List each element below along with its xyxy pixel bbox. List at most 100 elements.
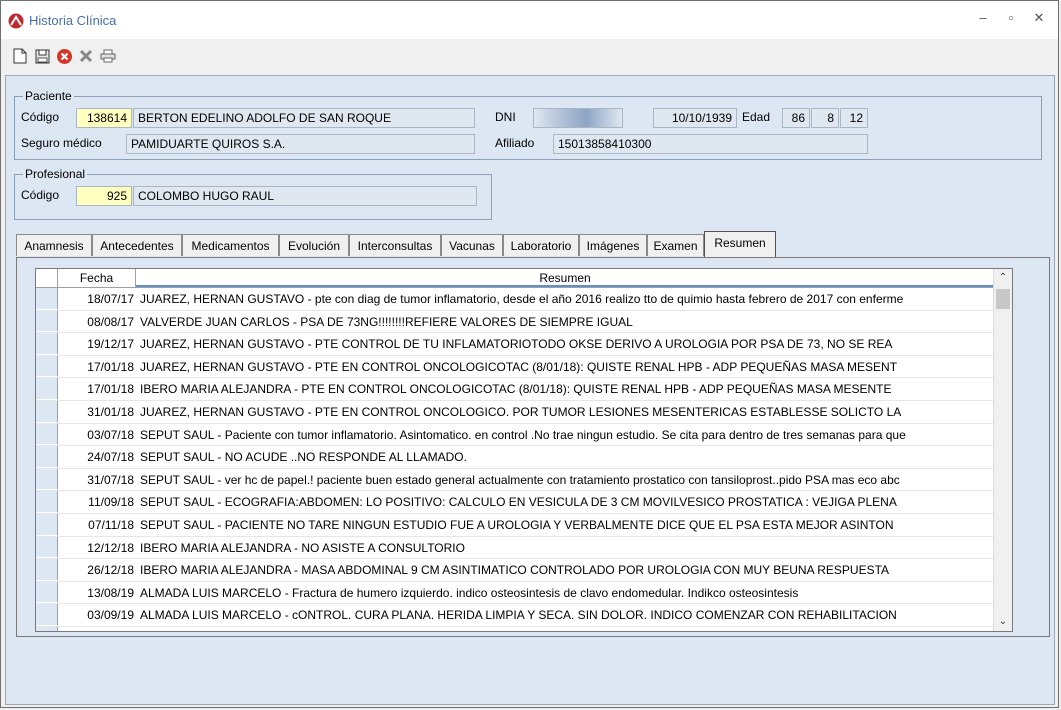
table-row[interactable]: 08/08/17 VALVERDE JUAN CARLOS - PSA DE 73… xyxy=(36,310,994,334)
title-bar: Historia Clínica – ▫ ✕ xyxy=(1,1,1058,39)
row-selector[interactable] xyxy=(36,288,58,310)
tab-anamnesis[interactable]: Anamnesis xyxy=(16,234,92,256)
seguro-label: Seguro médico xyxy=(21,136,102,150)
row-resumen: LAZARIS CLELIA - se cayo y fracturo. pat… xyxy=(140,627,992,632)
row-selector[interactable] xyxy=(36,626,58,631)
scroll-up-icon[interactable]: ⌃ xyxy=(994,269,1012,287)
profesional-legend: Profesional xyxy=(23,167,88,181)
scroll-down-icon[interactable]: ⌄ xyxy=(994,613,1012,631)
row-fecha: 03/09/19 xyxy=(87,608,134,623)
row-selector[interactable] xyxy=(36,468,58,491)
row-selector[interactable] xyxy=(36,378,58,400)
scroll-thumb[interactable] xyxy=(996,289,1010,309)
row-selector[interactable] xyxy=(36,446,58,468)
column-header-fecha[interactable]: Fecha xyxy=(58,269,136,287)
row-selector[interactable] xyxy=(36,581,58,604)
afiliado-label: Afiliado xyxy=(495,136,535,150)
table-row[interactable]: 17/01/18 IBERO MARIA ALEJANDRA - PTE EN C… xyxy=(36,378,994,401)
table-row[interactable]: 19/12/17 JUAREZ, HERNAN GUSTAVO - PTE CON… xyxy=(36,333,994,356)
form-area: Paciente Código 138614 BERTON EDELINO AD… xyxy=(5,75,1055,705)
tab-examen[interactable]: Examen xyxy=(647,234,704,256)
edad-label: Edad xyxy=(742,110,771,124)
row-selector[interactable] xyxy=(36,355,58,378)
row-selector[interactable] xyxy=(36,400,58,423)
row-selector[interactable] xyxy=(36,536,58,559)
paciente-group: Paciente Código 138614 BERTON EDELINO AD… xyxy=(14,89,1042,160)
row-resumen: IBERO MARIA ALEJANDRA - PTE EN CONTROL O… xyxy=(140,382,892,397)
table-row[interactable]: 11/09/18 SEPUT SAUL - ECOGRAFIA:ABDOMEN: … xyxy=(36,491,994,514)
vertical-scrollbar[interactable]: ⌃ ⌄ xyxy=(993,269,1012,631)
table-row[interactable]: 17/01/18 JUAREZ, HERNAN GUSTAVO - PTE EN … xyxy=(36,355,994,379)
row-resumen: SEPUT SAUL - ver hc de papel.! paciente … xyxy=(140,472,900,487)
table-row[interactable]: 03/07/18 SEPUT SAUL - Paciente con tumor … xyxy=(36,423,994,447)
row-fecha: 12/12/18 xyxy=(87,540,134,555)
tab-resumen[interactable]: Resumen xyxy=(704,231,776,257)
table-row[interactable]: 07/11/18 SEPUT SAUL - PACIENTE NO TARE NI… xyxy=(36,513,994,537)
row-fecha: 17/01/18 xyxy=(87,382,134,397)
row-selector[interactable] xyxy=(36,559,58,581)
profesional-nombre-field[interactable]: COLOMBO HUGO RAUL xyxy=(133,186,477,206)
toolbar xyxy=(1,41,1058,71)
tab-imagenes[interactable]: Imágenes xyxy=(579,234,647,256)
table-row[interactable]: 28/10/19 LAZARIS CLELIA - se cayo y fract… xyxy=(36,626,994,632)
row-fecha: 13/08/19 xyxy=(87,585,134,600)
row-fecha: 07/11/18 xyxy=(88,517,134,532)
close-button[interactable]: ✕ xyxy=(1029,10,1049,28)
save-icon[interactable] xyxy=(33,47,51,65)
profesional-codigo-label: Código xyxy=(21,188,60,202)
row-fecha: 31/07/18 xyxy=(87,472,134,487)
row-fecha: 03/07/18 xyxy=(87,427,134,442)
row-resumen: JUAREZ, HERNAN GUSTAVO - PTE CONTROL DE … xyxy=(140,337,893,352)
tab-evolucion[interactable]: Evolución xyxy=(279,234,349,256)
table-row[interactable]: 26/12/18 IBERO MARIA ALEJANDRA - MASA ABD… xyxy=(36,559,994,582)
grid-header: Fecha Resumen xyxy=(36,269,994,288)
dni-field-redacted[interactable] xyxy=(533,108,623,128)
row-resumen: SEPUT SAUL - PACIENTE NO TARE NINGUN EST… xyxy=(140,517,894,532)
row-resumen: SEPUT SAUL - ECOGRAFIA:ABDOMEN: LO POSIT… xyxy=(140,495,897,510)
maximize-button[interactable]: ▫ xyxy=(1001,10,1021,28)
row-selector[interactable] xyxy=(36,491,58,513)
dni-label: DNI xyxy=(495,110,516,124)
resumen-panel: Fecha Resumen 18/07/17 JUAREZ, HERNAN GUS… xyxy=(16,257,1050,637)
table-row[interactable]: 18/07/17 JUAREZ, HERNAN GUSTAVO - pte con… xyxy=(36,288,994,311)
row-selector[interactable] xyxy=(36,423,58,446)
paciente-codigo-field[interactable]: 138614 xyxy=(76,108,132,128)
table-row[interactable]: 31/01/18 JUAREZ, HERNAN GUSTAVO - PTE EN … xyxy=(36,400,994,424)
row-selector[interactable] xyxy=(36,604,58,626)
cancel-x-icon[interactable] xyxy=(77,47,95,65)
edad-anios-field[interactable]: 86 xyxy=(782,108,810,128)
tab-interconsultas[interactable]: Interconsultas xyxy=(349,234,441,256)
tab-laboratorio[interactable]: Laboratorio xyxy=(503,234,579,256)
row-selector[interactable] xyxy=(36,513,58,536)
row-fecha: 08/08/17 xyxy=(87,314,134,329)
tab-vacunas[interactable]: Vacunas xyxy=(441,234,503,256)
row-selector[interactable] xyxy=(36,310,58,333)
print-icon[interactable] xyxy=(99,47,117,65)
window-title: Historia Clínica xyxy=(29,13,117,28)
table-row[interactable]: 13/08/19 ALMADA LUIS MARCELO - Fractura d… xyxy=(36,581,994,605)
profesional-codigo-field[interactable]: 925 xyxy=(76,186,132,206)
resumen-grid[interactable]: Fecha Resumen 18/07/17 JUAREZ, HERNAN GUS… xyxy=(35,268,1013,632)
fecha-nacimiento-field[interactable]: 10/10/1939 xyxy=(653,108,737,128)
table-row[interactable]: 12/12/18 IBERO MARIA ALEJANDRA - NO ASIST… xyxy=(36,536,994,560)
edad-dias-field[interactable]: 12 xyxy=(840,108,868,128)
table-row[interactable]: 31/07/18 SEPUT SAUL - ver hc de papel.! p… xyxy=(36,468,994,492)
tab-antecedentes[interactable]: Antecedentes xyxy=(92,234,182,256)
seguro-field[interactable]: PAMIDUARTE QUIROS S.A. xyxy=(126,134,475,154)
row-fecha: 26/12/18 xyxy=(87,563,134,578)
afiliado-field[interactable]: 15013858410300 xyxy=(553,134,868,154)
new-document-icon[interactable] xyxy=(11,47,29,65)
delete-red-circle-icon[interactable] xyxy=(55,47,73,65)
row-selector[interactable] xyxy=(36,333,58,355)
row-resumen: ALMADA LUIS MARCELO - Fractura de humero… xyxy=(140,585,799,600)
tab-medicamentos[interactable]: Medicamentos xyxy=(182,234,279,256)
row-resumen: JUAREZ, HERNAN GUSTAVO - PTE EN CONTROL … xyxy=(140,359,898,374)
table-row[interactable]: 24/07/18 SEPUT SAUL - NO ACUDE ..NO RESPO… xyxy=(36,446,994,469)
table-row[interactable]: 03/09/19 ALMADA LUIS MARCELO - cONTROL. C… xyxy=(36,604,994,627)
row-selector-header xyxy=(36,269,58,287)
paciente-nombre-field[interactable]: BERTON EDELINO ADOLFO DE SAN ROQUE xyxy=(133,108,475,128)
minimize-button[interactable]: – xyxy=(973,10,993,28)
column-header-resumen[interactable]: Resumen xyxy=(136,269,994,287)
row-fecha: 11/09/18 xyxy=(88,495,134,510)
edad-meses-field[interactable]: 8 xyxy=(811,108,839,128)
